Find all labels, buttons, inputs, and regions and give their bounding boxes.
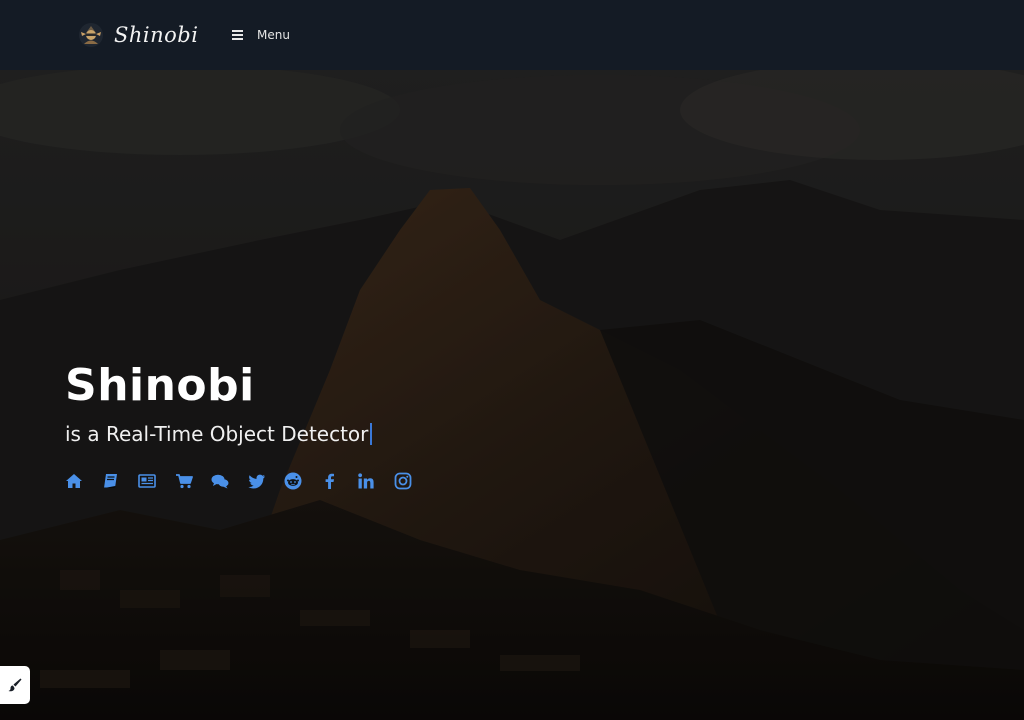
newspaper-icon bbox=[138, 474, 156, 488]
hero-content: Shinobi is a Real-Time Object Detector bbox=[65, 358, 430, 490]
news-link[interactable] bbox=[138, 472, 156, 490]
shop-link[interactable] bbox=[175, 472, 193, 490]
home-icon bbox=[66, 474, 82, 488]
theme-customizer-button[interactable] bbox=[0, 666, 30, 704]
hero-subtitle-text: is a Real-Time Object Detector bbox=[65, 422, 369, 446]
book-icon bbox=[103, 474, 117, 489]
chat-link[interactable] bbox=[211, 472, 229, 490]
chat-icon bbox=[211, 474, 229, 489]
instagram-icon bbox=[394, 472, 411, 490]
twitter-icon bbox=[247, 474, 265, 489]
hero-title: Shinobi bbox=[65, 360, 255, 411]
instagram-link[interactable] bbox=[394, 472, 412, 490]
linkedin-icon bbox=[358, 473, 374, 489]
hamburger-icon bbox=[232, 30, 243, 40]
reddit-icon bbox=[284, 472, 302, 490]
hero-subtitle: is a Real-Time Object Detector bbox=[65, 420, 430, 448]
social-links bbox=[65, 472, 430, 490]
typing-cursor bbox=[370, 423, 373, 445]
brand-name: Shinobi bbox=[114, 23, 199, 47]
docs-link[interactable] bbox=[102, 472, 120, 490]
menu-toggle-button[interactable]: Menu bbox=[232, 25, 290, 45]
top-navbar: Shinobi Menu bbox=[0, 0, 1024, 70]
paintbrush-icon bbox=[8, 678, 22, 692]
home-link[interactable] bbox=[65, 472, 83, 490]
hero-section: Shinobi is a Real-Time Object Detector bbox=[0, 70, 1024, 720]
ninja-logo-icon bbox=[79, 23, 103, 47]
facebook-link[interactable] bbox=[321, 472, 339, 490]
linkedin-link[interactable] bbox=[357, 472, 375, 490]
reddit-link[interactable] bbox=[284, 472, 302, 490]
twitter-link[interactable] bbox=[247, 472, 266, 490]
brand-link[interactable]: Shinobi bbox=[78, 22, 198, 48]
facebook-icon bbox=[325, 473, 334, 489]
shopping-cart-icon bbox=[175, 474, 193, 489]
menu-label: Menu bbox=[257, 28, 290, 42]
